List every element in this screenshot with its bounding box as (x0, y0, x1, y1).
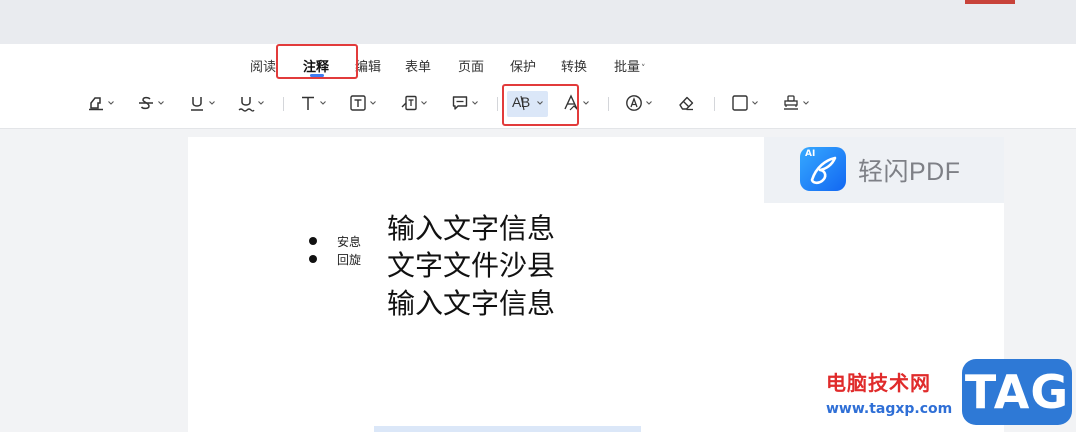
tab-form[interactable]: 表单 (405, 56, 431, 75)
rectangle-icon (731, 94, 749, 112)
highlight-box-annotate-tab (276, 44, 358, 79)
chevron-down-icon (319, 99, 327, 107)
tab-read[interactable]: 阅读 (250, 56, 276, 75)
rectangle-tool[interactable] (731, 90, 759, 116)
chevron-down-icon (751, 99, 759, 107)
chevron-down-icon: ˅ (641, 64, 646, 74)
tab-page[interactable]: 页面 (458, 56, 484, 75)
window-close-button[interactable] (965, 0, 1015, 4)
stamp-tool[interactable] (782, 90, 810, 116)
callout-icon (400, 94, 418, 112)
wavy-underline-tool[interactable] (237, 90, 265, 116)
area-highlight-tool[interactable] (625, 90, 653, 116)
stamp-icon (782, 94, 800, 112)
highlight-icon (87, 94, 105, 112)
wavy-underline-icon (237, 94, 255, 112)
chevron-down-icon (471, 99, 479, 107)
ribbon: 阅读 注释 编辑 表单 页面 保护 转换 批量˅ AB (0, 44, 1076, 129)
toolbar-divider (497, 97, 498, 111)
watermark-tag-logo: TAG (962, 359, 1072, 425)
chevron-down-icon (645, 99, 653, 107)
bullet-dot (309, 255, 317, 263)
area-highlight-icon (625, 94, 643, 112)
toolbar-divider (283, 97, 284, 111)
tab-edit[interactable]: 编辑 (355, 56, 381, 75)
comment-icon (451, 94, 469, 112)
strikethrough-tool[interactable] (137, 90, 165, 116)
text-tool[interactable] (299, 90, 327, 116)
chevron-down-icon (257, 99, 265, 107)
chevron-down-icon (369, 99, 377, 107)
comment-tool[interactable] (451, 90, 479, 116)
highlight-box-replace-text-tool (502, 84, 579, 126)
chevron-down-icon (582, 99, 590, 107)
tab-protect[interactable]: 保护 (510, 56, 536, 75)
toolbar-divider (714, 97, 715, 111)
strikethrough-icon (137, 94, 155, 112)
textbox-icon (349, 94, 367, 112)
document-text-line[interactable]: 文字文件沙县 (387, 244, 555, 284)
tab-convert[interactable]: 转换 (561, 56, 587, 75)
document-text-line[interactable]: 输入文字信息 (387, 207, 555, 247)
watermark-title: 电脑技术网 (826, 371, 931, 395)
title-bar (0, 0, 1076, 44)
watermark-url: www.tagxp.com (826, 401, 953, 417)
underline-tool[interactable] (188, 90, 216, 116)
bullet-item: 回旋 (337, 253, 362, 267)
chevron-down-icon (107, 99, 115, 107)
bullet-item: 安息 (337, 235, 362, 249)
document-text-line[interactable]: 输入文字信息 (387, 282, 555, 322)
callout-tool[interactable] (400, 90, 428, 116)
highlight-tool[interactable] (87, 90, 115, 116)
chevron-down-icon (802, 99, 810, 107)
textbox-tool[interactable] (349, 90, 377, 116)
tab-batch[interactable]: 批量˅ (614, 56, 646, 75)
tab-batch-label: 批量 (614, 60, 641, 75)
chevron-down-icon (208, 99, 216, 107)
chevron-down-icon (420, 99, 428, 107)
chevron-down-icon (157, 99, 165, 107)
toolbar-divider (608, 97, 609, 111)
text-icon (299, 94, 317, 112)
app-logo: AI (800, 147, 846, 191)
eraser-icon (677, 94, 695, 112)
selection-strip (374, 426, 641, 432)
eraser-tool[interactable] (677, 90, 695, 116)
underline-icon (188, 94, 206, 112)
bullet-dot (309, 237, 317, 245)
brand-name: 轻闪PDF (858, 158, 961, 186)
